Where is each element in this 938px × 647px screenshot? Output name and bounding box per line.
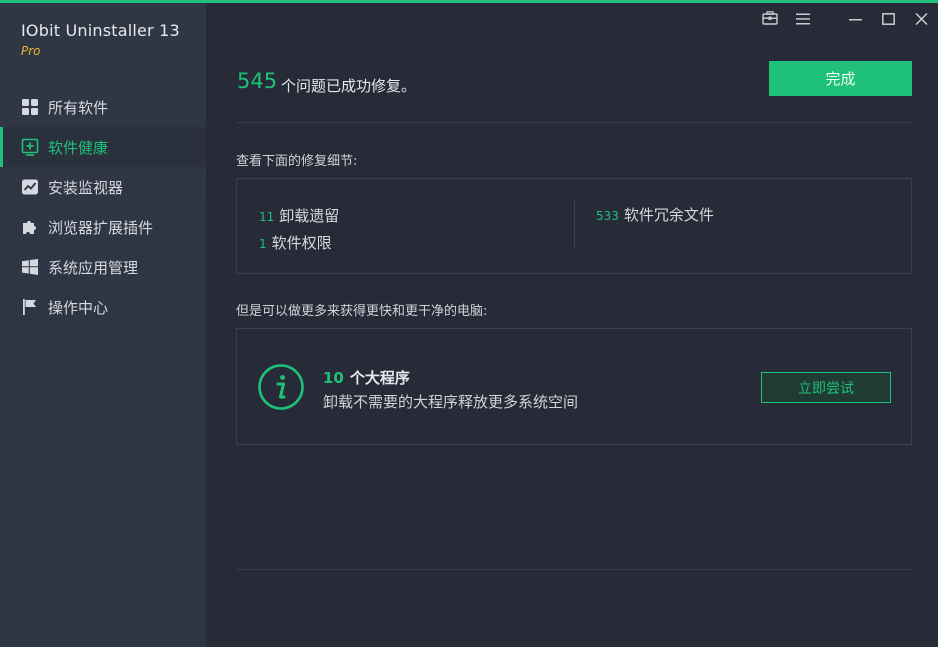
sidebar-item-all-software[interactable]: 所有软件 bbox=[0, 87, 206, 127]
sidebar-item-install-monitor[interactable]: 安装监视器 bbox=[0, 167, 206, 207]
promo-description: 卸载不需要的大程序释放更多系统空间 bbox=[323, 393, 579, 411]
detail-count: 11 bbox=[259, 210, 275, 224]
large-program-count: 10 bbox=[323, 369, 344, 387]
fix-details-panel: 11 卸载遗留 1 软件权限 533 软件冗余文件 bbox=[236, 178, 912, 274]
detail-label: 卸载遗留 bbox=[279, 207, 340, 225]
detail-item-redundant-files: 533 软件冗余文件 bbox=[596, 204, 714, 225]
menu-icon bbox=[795, 10, 810, 29]
column-separator bbox=[574, 201, 575, 247]
monitor-chart-icon bbox=[20, 177, 40, 197]
toolbox-button[interactable] bbox=[753, 9, 786, 29]
puzzle-icon bbox=[20, 217, 40, 237]
sidebar-item-label: 所有软件 bbox=[48, 98, 109, 117]
close-button[interactable] bbox=[905, 9, 938, 29]
windows-icon bbox=[20, 257, 40, 277]
sidebar-item-action-center[interactable]: 操作中心 bbox=[0, 287, 206, 327]
detail-item-uninstall-leftovers: 11 卸载遗留 bbox=[259, 205, 339, 226]
promo-heading: 但是可以做更多来获得更快和更干净的电脑: bbox=[236, 304, 488, 319]
menu-button[interactable] bbox=[786, 9, 819, 29]
close-icon bbox=[915, 10, 928, 29]
promo-title-text: 个大程序 bbox=[349, 369, 410, 387]
info-icon bbox=[257, 363, 305, 411]
minimize-icon bbox=[849, 10, 862, 29]
detail-item-software-permissions: 1 软件权限 bbox=[259, 232, 332, 253]
titlebar-spacer bbox=[819, 9, 839, 29]
sidebar-item-label: 浏览器扩展插件 bbox=[48, 218, 154, 237]
fixed-issue-message: 个问题已成功修复。 bbox=[281, 77, 417, 95]
toolbox-icon bbox=[761, 10, 778, 29]
sidebar-item-software-health[interactable]: 软件健康 bbox=[0, 127, 206, 167]
sidebar-item-label: 安装监视器 bbox=[48, 178, 124, 197]
details-heading: 查看下面的修复细节: bbox=[236, 154, 358, 169]
detail-count: 533 bbox=[596, 209, 619, 223]
health-plus-icon bbox=[20, 137, 40, 157]
main-panel: 545 个问题已成功修复。 完成 查看下面的修复细节: 11 卸载遗留 1 软件… bbox=[206, 3, 938, 647]
sidebar-item-system-apps[interactable]: 系统应用管理 bbox=[0, 247, 206, 287]
try-now-button[interactable]: 立即尝试 bbox=[761, 372, 891, 403]
detail-count: 1 bbox=[259, 237, 267, 251]
divider bbox=[236, 569, 912, 570]
divider bbox=[236, 122, 912, 123]
grid-icon bbox=[20, 97, 40, 117]
sidebar-item-label: 操作中心 bbox=[48, 298, 109, 317]
sidebar: IObit Uninstaller 13 Pro 所有软件 软件健康 安装监视器… bbox=[0, 3, 206, 647]
promo-title: 10 个大程序 bbox=[323, 367, 410, 388]
flag-icon bbox=[20, 297, 40, 317]
app-edition: Pro bbox=[21, 44, 41, 58]
sidebar-item-label: 系统应用管理 bbox=[48, 258, 139, 277]
detail-label: 软件权限 bbox=[271, 234, 332, 252]
sidebar-item-label: 软件健康 bbox=[48, 138, 109, 157]
maximize-icon bbox=[882, 10, 895, 29]
maximize-button[interactable] bbox=[872, 9, 905, 29]
large-programs-panel: 10 个大程序 卸载不需要的大程序释放更多系统空间 立即尝试 bbox=[236, 328, 912, 445]
app-title: IObit Uninstaller 13 bbox=[21, 21, 180, 40]
minimize-button[interactable] bbox=[839, 9, 872, 29]
sidebar-item-browser-extensions[interactable]: 浏览器扩展插件 bbox=[0, 207, 206, 247]
done-button[interactable]: 完成 bbox=[769, 61, 912, 96]
detail-label: 软件冗余文件 bbox=[623, 206, 714, 224]
fixed-issue-count: 545 bbox=[237, 69, 278, 93]
titlebar-controls bbox=[753, 9, 938, 29]
